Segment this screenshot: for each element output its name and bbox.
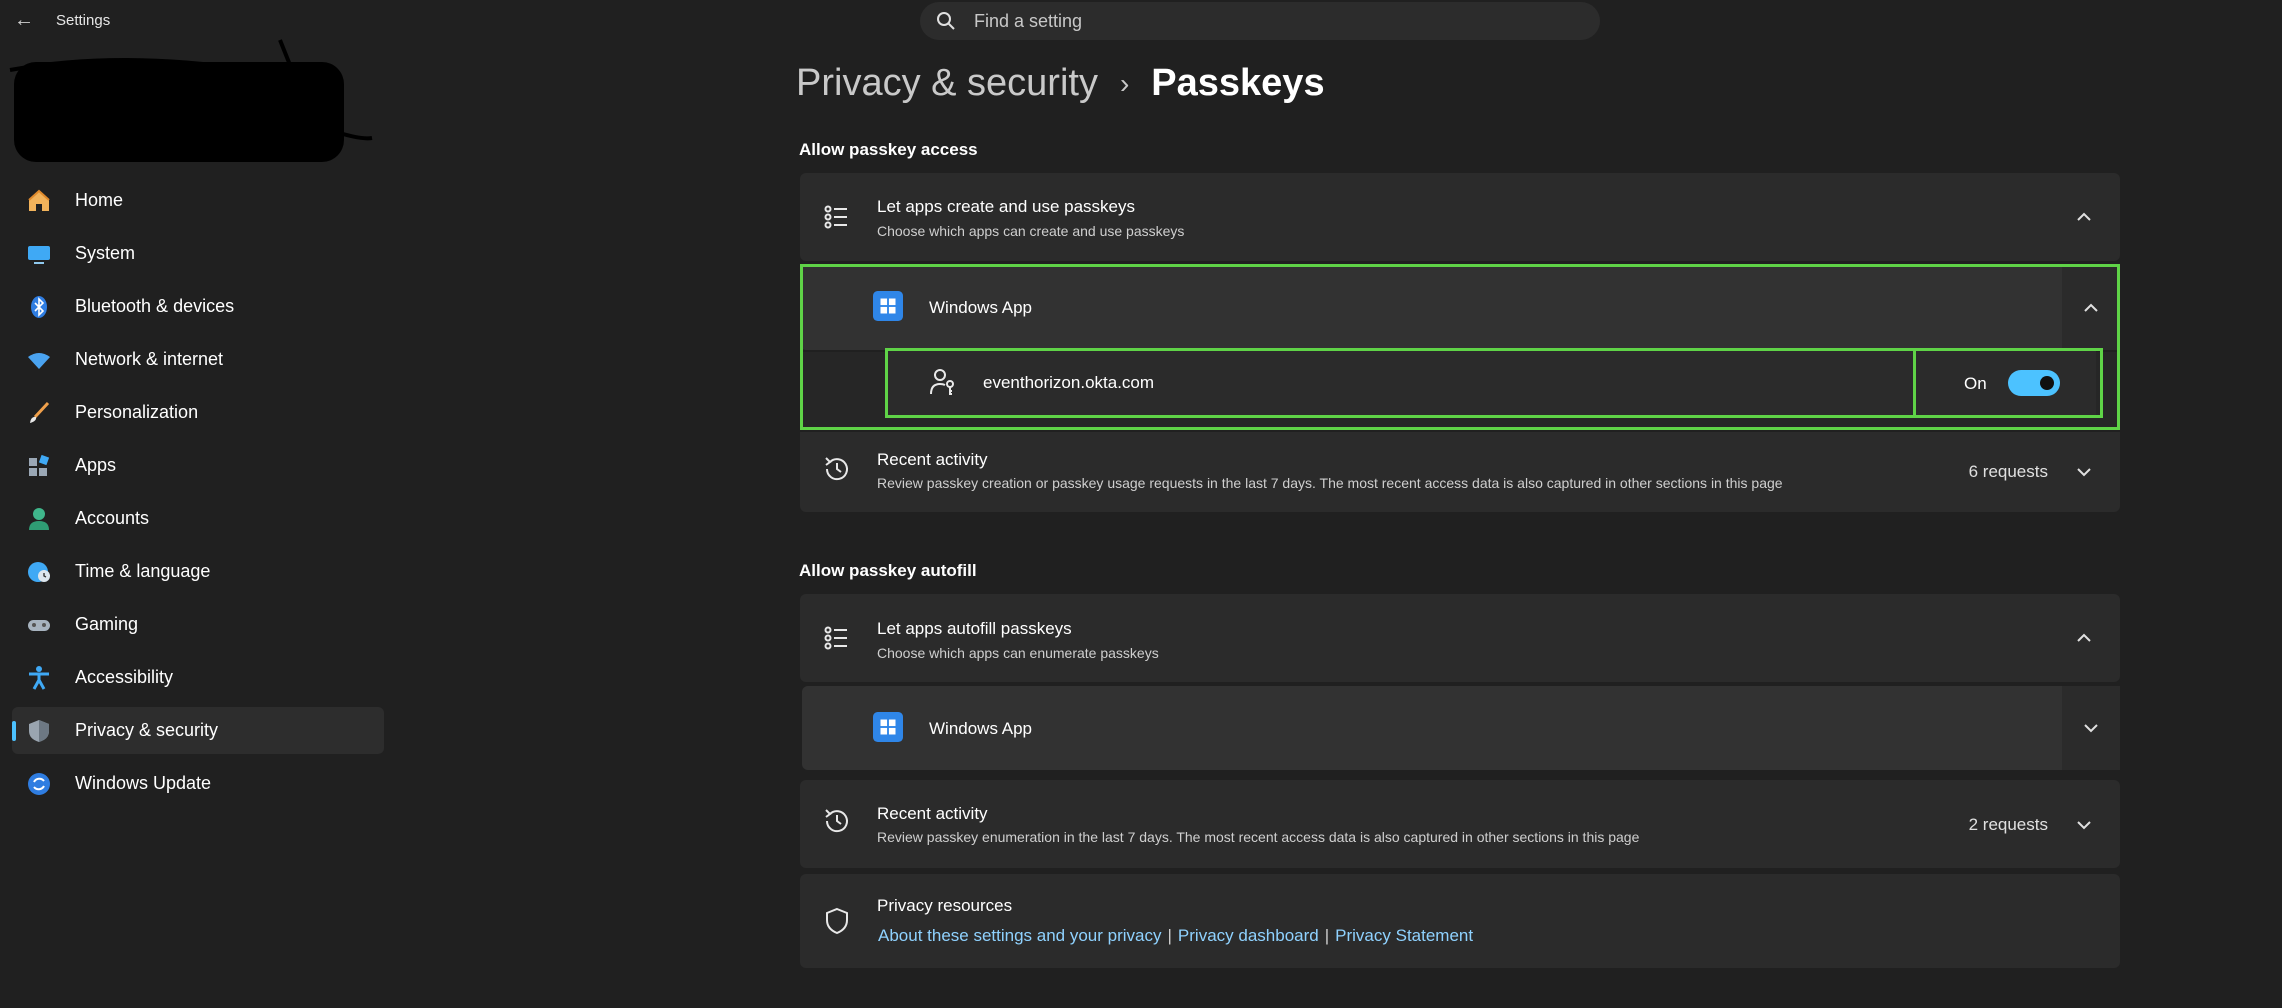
link-separator: | <box>1324 926 1330 945</box>
sidebar-item-label: Accounts <box>75 508 150 528</box>
globe-clock-icon <box>25 558 53 586</box>
privacy-resources-card: Privacy resources About these settings a… <box>800 874 2120 968</box>
recent-activity-autofill-card[interactable]: Recent activity Review passkey enumerati… <box>800 780 2120 868</box>
redaction-scribble <box>9 39 373 141</box>
sidebar-item-label: Apps <box>75 455 117 475</box>
apps-icon <box>25 452 53 480</box>
sidebar-item-apps[interactable]: Apps <box>12 442 384 489</box>
breadcrumb-separator-icon: › <box>1119 67 1130 99</box>
gamepad-icon <box>25 611 53 639</box>
sidebar-item-windows-update[interactable]: Windows Update <box>12 760 384 807</box>
expand-button[interactable] <box>2062 686 2120 770</box>
sidebar-item-accessibility[interactable]: Accessibility <box>12 654 384 701</box>
sidebar-item-personalization[interactable]: Personalization <box>12 389 384 436</box>
sidebar-item-gaming[interactable]: Gaming <box>12 601 384 648</box>
sidebar-item-network[interactable]: Network & internet <box>12 336 384 383</box>
privacy-statement-link[interactable]: Privacy Statement <box>1335 926 1473 945</box>
sync-icon <box>25 770 53 798</box>
windows-app-icon <box>873 712 903 742</box>
about-privacy-link[interactable]: About these settings and your privacy <box>878 926 1162 945</box>
chevron-down-icon <box>2084 724 2098 733</box>
brush-icon <box>25 399 53 427</box>
chevron-down-icon[interactable] <box>2074 815 2094 835</box>
history-icon <box>822 454 852 484</box>
sidebar-nav: Home System Bluetooth & devices Network … <box>12 177 384 813</box>
sidebar-item-label: Privacy & security <box>75 720 219 740</box>
person-icon <box>25 505 53 533</box>
create-use-passkeys-card[interactable]: Let apps create and use passkeys Choose … <box>800 173 2120 261</box>
search-input[interactable] <box>972 9 1536 33</box>
chevron-up-icon[interactable] <box>2074 207 2094 227</box>
privacy-dashboard-link[interactable]: Privacy dashboard <box>1178 926 1319 945</box>
sidebar-item-system[interactable]: System <box>12 230 384 277</box>
sidebar-item-time-language[interactable]: Time & language <box>12 548 384 595</box>
wifi-icon <box>25 346 53 374</box>
back-button[interactable]: ← <box>12 8 36 32</box>
requests-count: 2 requests <box>1968 815 2048 834</box>
page-title: Passkeys <box>1151 62 1325 104</box>
search-box[interactable] <box>920 2 1600 40</box>
recent-activity-access-card[interactable]: Recent activity Review passkey creation … <box>800 432 2120 512</box>
recent-activity-description: Review passkey creation or passkey usage… <box>877 475 1783 491</box>
chevron-up-icon[interactable] <box>2074 628 2094 648</box>
privacy-resources-title: Privacy resources <box>877 896 1013 915</box>
sidebar-item-privacy-security[interactable]: Privacy & security <box>12 707 384 754</box>
sidebar-item-label: System <box>75 243 136 263</box>
sidebar-item-label: Gaming <box>75 614 139 634</box>
sidebar-item-accounts[interactable]: Accounts <box>12 495 384 542</box>
sidebar-item-home[interactable]: Home <box>12 177 384 224</box>
shield-icon <box>25 717 53 745</box>
card-description: Choose which apps can create and use pas… <box>877 223 1185 239</box>
sidebar-item-bluetooth[interactable]: Bluetooth & devices <box>12 283 384 330</box>
sidebar-item-label: Bluetooth & devices <box>75 296 235 316</box>
sidebar-item-label: Personalization <box>75 402 199 422</box>
history-icon <box>822 806 852 836</box>
sidebar-item-label: Network & internet <box>75 349 224 369</box>
card-description: Choose which apps can enumerate passkeys <box>877 645 1159 661</box>
card-title: Let apps autofill passkeys <box>877 619 1072 638</box>
shield-outline-icon <box>822 906 852 936</box>
section-title-passkey-autofill: Allow passkey autofill <box>799 561 977 580</box>
recent-activity-description: Review passkey enumeration in the last 7… <box>877 829 1640 845</box>
link-separator: | <box>1167 926 1172 945</box>
bluetooth-icon <box>25 293 53 321</box>
search-icon <box>937 12 955 30</box>
recent-activity-title: Recent activity <box>877 804 988 823</box>
section-title-passkey-access: Allow passkey access <box>799 140 978 159</box>
chevron-down-icon[interactable] <box>2074 462 2094 482</box>
autofill-passkeys-card[interactable]: Let apps autofill passkeys Choose which … <box>800 594 2120 682</box>
sidebar-item-label: Accessibility <box>75 667 174 687</box>
highlight-box-toggle <box>1913 348 2103 418</box>
app-name: Windows App <box>929 719 1032 738</box>
recent-activity-title: Recent activity <box>877 450 988 469</box>
sidebar-item-label: Windows Update <box>75 773 212 793</box>
app-title: Settings <box>56 12 111 29</box>
privacy-links: About these settings and your privacy | Pr… <box>878 926 1473 946</box>
home-icon <box>25 187 53 215</box>
list-settings-icon <box>822 202 852 232</box>
breadcrumb-parent-link[interactable]: Privacy & security <box>796 62 1098 105</box>
back-arrow-icon: ← <box>14 9 34 31</box>
sidebar-item-label: Time & language <box>75 561 211 581</box>
list-settings-icon <box>822 623 852 653</box>
sidebar-item-label: Home <box>75 190 124 210</box>
breadcrumb: Privacy & security › Passkeys <box>796 62 1325 105</box>
highlight-box-site <box>885 348 1916 418</box>
display-icon <box>25 240 53 268</box>
windows-app-autofill-row[interactable]: Windows App <box>802 686 2120 770</box>
card-title: Let apps create and use passkeys <box>877 197 1135 216</box>
accessibility-icon <box>25 664 53 692</box>
requests-count: 6 requests <box>1968 462 2048 481</box>
